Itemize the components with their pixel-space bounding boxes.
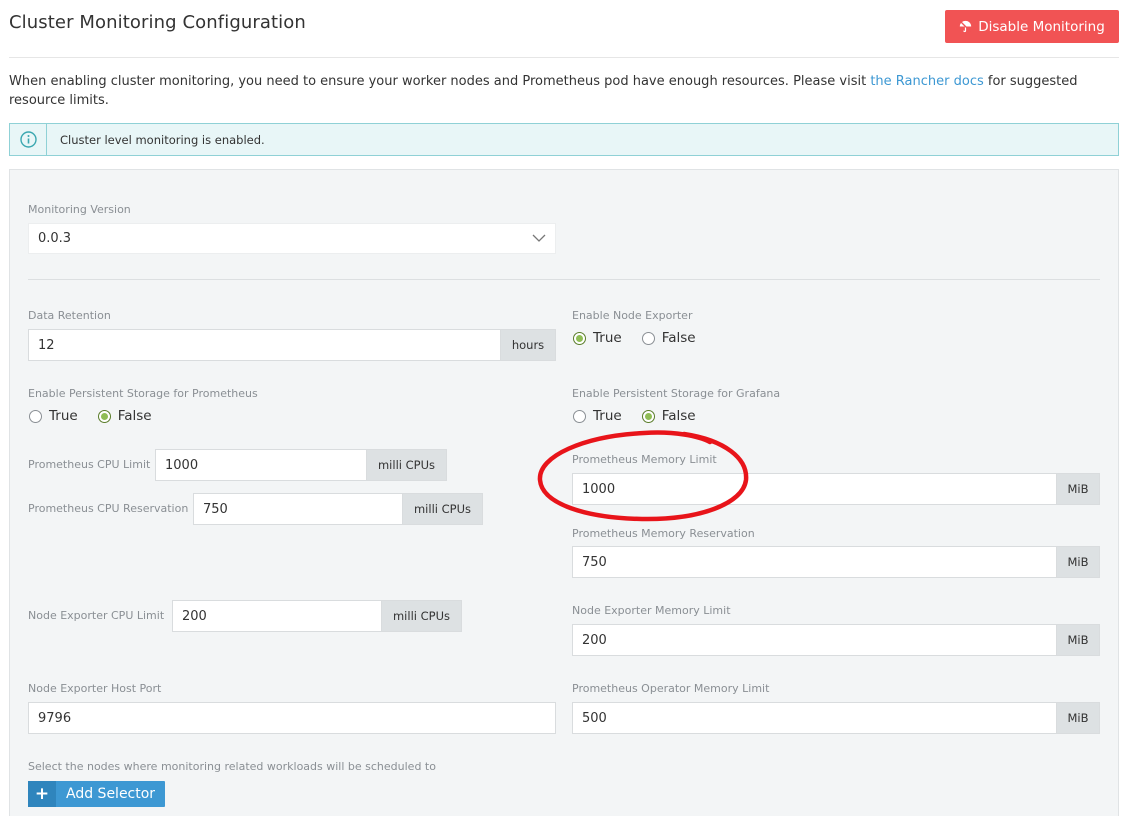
- rancher-docs-link[interactable]: the Rancher docs: [870, 74, 983, 89]
- intro-text: When enabling cluster monitoring, you ne…: [9, 74, 1078, 108]
- data-retention-input[interactable]: 12: [29, 330, 500, 360]
- radio-unchecked-icon: [573, 409, 586, 423]
- radio-checked-icon: [97, 409, 111, 423]
- enable-node-exporter-radios: True False: [573, 330, 716, 346]
- operator-memory-limit-field[interactable]: 500 MiB: [572, 702, 1100, 734]
- prometheus-memory-reservation-unit: MiB: [1056, 547, 1099, 577]
- data-retention-field[interactable]: 12 hours: [28, 329, 556, 361]
- node-exporter-cpu-limit-label: Node Exporter CPU Limit: [28, 609, 165, 622]
- operator-memory-limit-input[interactable]: 500: [573, 703, 1056, 733]
- persistent-prometheus-false-radio[interactable]: False: [97, 408, 152, 424]
- prometheus-cpu-limit-field[interactable]: 1000 milli CPUs: [155, 449, 447, 481]
- prometheus-cpu-limit-input[interactable]: 1000: [156, 450, 366, 480]
- prometheus-memory-limit-label: Prometheus Memory Limit: [572, 453, 717, 466]
- node-exporter-memory-limit-label: Node Exporter Memory Limit: [572, 604, 731, 617]
- prometheus-memory-reservation-field[interactable]: 750 MiB: [572, 546, 1100, 578]
- node-exporter-memory-limit-unit: MiB: [1056, 625, 1099, 655]
- node-exporter-host-port-input[interactable]: 9796: [29, 703, 555, 733]
- prometheus-cpu-reservation-input[interactable]: 750: [194, 494, 402, 524]
- section-divider: [28, 279, 1100, 280]
- prometheus-memory-limit-field[interactable]: 1000 MiB: [572, 473, 1100, 505]
- node-exporter-memory-limit-field[interactable]: 200 MiB: [572, 624, 1100, 656]
- node-exporter-cpu-limit-unit: milli CPUs: [381, 601, 461, 631]
- title-divider: [9, 57, 1119, 58]
- prometheus-cpu-reservation-unit: milli CPUs: [402, 494, 482, 524]
- info-icon: [19, 131, 37, 148]
- persistent-grafana-false-radio[interactable]: False: [641, 408, 696, 424]
- persistent-prometheus-radios: True False: [29, 408, 172, 424]
- node-exporter-cpu-limit-input[interactable]: 200: [173, 601, 381, 631]
- node-selector-label: Select the nodes where monitoring relate…: [28, 760, 436, 773]
- info-banner: Cluster level monitoring is enabled.: [9, 123, 1119, 156]
- operator-memory-limit-label: Prometheus Operator Memory Limit: [572, 682, 770, 695]
- node-exporter-cpu-limit-field[interactable]: 200 milli CPUs: [172, 600, 462, 632]
- node-exporter-true-radio[interactable]: True: [573, 330, 622, 346]
- radio-unchecked-icon: [29, 409, 42, 423]
- radio-checked-icon: [573, 331, 586, 345]
- prometheus-cpu-limit-unit: milli CPUs: [366, 450, 446, 480]
- enable-node-exporter-label: Enable Node Exporter: [572, 309, 693, 322]
- radio-checked-icon: [641, 409, 655, 423]
- persistent-grafana-true-radio[interactable]: True: [573, 408, 622, 424]
- node-exporter-false-radio[interactable]: False: [641, 330, 696, 346]
- node-exporter-memory-limit-input[interactable]: 200: [573, 625, 1056, 655]
- disable-monitoring-button[interactable]: Disable Monitoring: [945, 10, 1119, 43]
- prometheus-memory-limit-unit: MiB: [1056, 474, 1099, 504]
- persistent-prometheus-label: Enable Persistent Storage for Prometheus: [28, 387, 258, 400]
- prometheus-memory-reservation-input[interactable]: 750: [573, 547, 1056, 577]
- umbrella-off-icon: [960, 20, 972, 33]
- node-exporter-host-port-field[interactable]: 9796: [28, 702, 556, 734]
- plus-icon: +: [28, 781, 56, 807]
- prometheus-cpu-reservation-label: Prometheus CPU Reservation: [28, 502, 189, 515]
- chevron-down-icon: [532, 234, 546, 242]
- radio-unchecked-icon: [641, 331, 655, 345]
- node-exporter-host-port-label: Node Exporter Host Port: [28, 682, 162, 695]
- operator-memory-limit-unit: MiB: [1056, 703, 1099, 733]
- banner-text: Cluster level monitoring is enabled.: [60, 132, 265, 147]
- disable-monitoring-label: Disable Monitoring: [978, 18, 1105, 35]
- prometheus-cpu-reservation-field[interactable]: 750 milli CPUs: [193, 493, 483, 525]
- prometheus-memory-limit-input[interactable]: 1000: [573, 474, 1056, 504]
- page-title: Cluster Monitoring Configuration: [9, 12, 306, 33]
- persistent-grafana-label: Enable Persistent Storage for Grafana: [572, 387, 781, 400]
- monitoring-version-label: Monitoring Version: [28, 203, 131, 216]
- data-retention-label: Data Retention: [28, 309, 111, 322]
- prometheus-memory-reservation-label: Prometheus Memory Reservation: [572, 527, 755, 540]
- monitoring-version-select[interactable]: 0.0.3: [28, 223, 556, 254]
- add-selector-button[interactable]: + Add Selector: [28, 781, 165, 807]
- persistent-grafana-radios: True False: [573, 408, 716, 424]
- prometheus-cpu-limit-label: Prometheus CPU Limit: [28, 458, 151, 471]
- data-retention-unit: hours: [500, 330, 555, 360]
- monitoring-version-value: 0.0.3: [38, 231, 72, 246]
- persistent-prometheus-true-radio[interactable]: True: [29, 408, 78, 424]
